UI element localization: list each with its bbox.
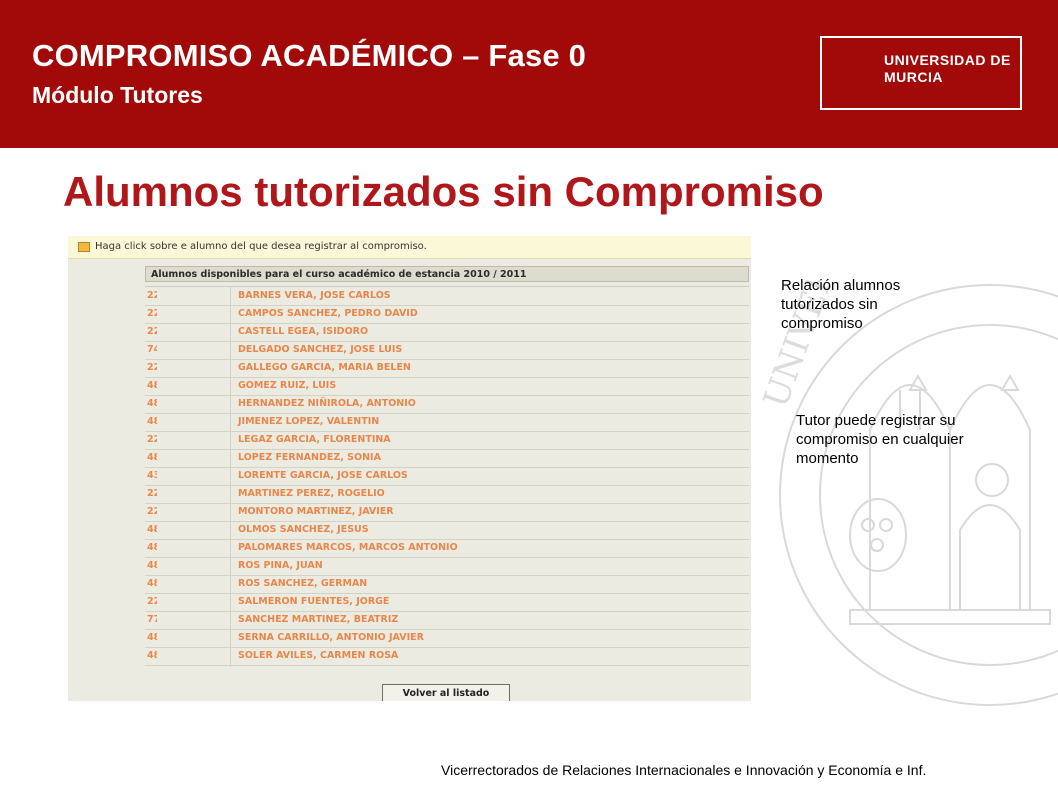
student-name-link[interactable]: LORENTE GARCIA, JOSE CARLOS	[238, 470, 408, 481]
university-seal-watermark: UNIVERSITAS STVDIORVM · ANNO · MCCLXX	[760, 280, 1058, 706]
student-row[interactable]: 77 SANCHEZ MARTINEZ, BEATRIZ	[145, 611, 749, 630]
student-id: 22	[147, 362, 157, 373]
student-name-link[interactable]: ROS PINA, JUAN	[238, 560, 323, 571]
student-row[interactable]: 22 BARNES VERA, JOSE CARLOS	[145, 287, 749, 306]
student-name-link[interactable]: PALOMARES MARCOS, MARCOS ANTONIO	[238, 542, 458, 553]
student-row[interactable]: 48 SERNA CARRILLO, ANTONIO JAVIER	[145, 629, 749, 648]
student-name-link[interactable]: GOMEZ RUIZ, LUIS	[238, 380, 336, 391]
student-row[interactable]: 22 SALMERON FUENTES, JORGE	[145, 593, 749, 612]
student-id: 48	[147, 452, 157, 463]
student-id: 74	[147, 344, 157, 355]
student-id: 22	[147, 308, 157, 319]
footer-text: Vicerrectorados de Relaciones Internacio…	[441, 762, 927, 778]
student-id: 48	[147, 542, 157, 553]
student-row[interactable]: 22 GALLEGO GARCIA, MARIA BELEN	[145, 359, 749, 378]
student-row[interactable]: 22 LEGAZ GARCIA, FLORENTINA	[145, 431, 749, 450]
student-id: 22	[147, 596, 157, 607]
student-id: 22	[147, 434, 157, 445]
student-id: 43	[147, 470, 157, 481]
student-row[interactable]: 48 GOMEZ RUIZ, LUIS	[145, 377, 749, 396]
student-name-link[interactable]: SOLER AVILES, CARMEN ROSA	[238, 650, 398, 661]
student-row[interactable]: 48 OLMOS SANCHEZ, JESUS	[145, 521, 749, 540]
header-banner: COMPROMISO ACADÉMICO – Fase 0 Módulo Tut…	[0, 0, 1058, 148]
logo-line-2: MURCIA	[884, 69, 943, 85]
slide-title: Alumnos tutorizados sin Compromiso	[63, 168, 824, 215]
student-id: 48	[147, 380, 157, 391]
student-id: 22	[147, 326, 157, 337]
student-row[interactable]: 43 LORENTE GARCIA, JOSE CARLOS	[145, 467, 749, 486]
student-row[interactable]: 22 MONTORO MARTINEZ, JAVIER	[145, 503, 749, 522]
student-name-link[interactable]: BARNES VERA, JOSE CARLOS	[238, 290, 391, 301]
folder-icon	[78, 242, 90, 252]
student-row[interactable]: 22 MARTINEZ PEREZ, ROGELIO	[145, 485, 749, 504]
back-to-list-button[interactable]: Volver al listado	[382, 684, 510, 701]
student-row[interactable]: 48 ROS PINA, JUAN	[145, 557, 749, 576]
student-id: 22	[147, 290, 157, 301]
student-name-link[interactable]: DELGADO SANCHEZ, JOSE LUIS	[238, 344, 402, 355]
student-id: 48	[147, 524, 157, 535]
student-id: 77	[147, 614, 157, 625]
student-id: 22	[147, 488, 157, 499]
student-id: 48	[147, 398, 157, 409]
student-name-link[interactable]: SANCHEZ MARTINEZ, BEATRIZ	[238, 614, 398, 625]
university-logo: UNIVERSIDAD DE MURCIA	[820, 36, 1022, 110]
student-name-link[interactable]: SERNA CARRILLO, ANTONIO JAVIER	[238, 632, 424, 643]
student-name-link[interactable]: MONTORO MARTINEZ, JAVIER	[238, 506, 394, 517]
note-relation: Relación alumnos tutorizados sin comprom…	[781, 277, 901, 332]
student-name-link[interactable]: MARTINEZ PEREZ, ROGELIO	[238, 488, 385, 499]
student-row[interactable]: 48 ROS SANCHEZ, GERMAN	[145, 575, 749, 594]
student-row[interactable]: 48 HERNANDEZ NIÑIROLA, ANTONIO	[145, 395, 749, 414]
student-list: 22 BARNES VERA, JOSE CARLOS 22 CAMPOS SANCH…	[145, 286, 749, 667]
student-row[interactable]: 48 LOPEZ FERNANDEZ, SONIA	[145, 449, 749, 468]
student-name-link[interactable]: CAMPOS SANCHEZ, PEDRO DAVID	[238, 308, 418, 319]
table-header: Alumnos disponibles para el curso académ…	[145, 266, 749, 282]
student-name-link[interactable]: CASTELL EGEA, ISIDORO	[238, 326, 368, 337]
student-row[interactable]: 74 DELGADO SANCHEZ, JOSE LUIS	[145, 341, 749, 360]
student-row[interactable]: 48 PALOMARES MARCOS, MARCOS ANTONIO	[145, 539, 749, 558]
info-bar: Haga click sobre e alumno del que desea …	[68, 236, 751, 259]
header-subtitle: Módulo Tutores	[32, 82, 203, 108]
student-row[interactable]: 22 CAMPOS SANCHEZ, PEDRO DAVID	[145, 305, 749, 324]
logo-line-1: UNIVERSIDAD DE	[884, 52, 1011, 68]
student-id: 48	[147, 632, 157, 643]
student-id: 48	[147, 416, 157, 427]
embedded-app-screenshot: Haga click sobre e alumno del que desea …	[68, 236, 751, 701]
student-name-link[interactable]: SALMERON FUENTES, JORGE	[238, 596, 389, 607]
student-row[interactable]: 48 SOLER AVILES, CARMEN ROSA	[145, 647, 749, 666]
student-name-link[interactable]: LOPEZ FERNANDEZ, SONIA	[238, 452, 381, 463]
student-id: 48	[147, 650, 157, 661]
header-title: COMPROMISO ACADÉMICO – Fase 0	[32, 38, 587, 73]
student-name-link[interactable]: ROS SANCHEZ, GERMAN	[238, 578, 367, 589]
info-text: Haga click sobre e alumno del que desea …	[95, 241, 427, 252]
student-name-link[interactable]: OLMOS SANCHEZ, JESUS	[238, 524, 369, 535]
student-name-link[interactable]: GALLEGO GARCIA, MARIA BELEN	[238, 362, 411, 373]
note-register: Tutor puede registrar su compromiso en c…	[796, 412, 964, 467]
student-id: 48	[147, 560, 157, 571]
student-row[interactable]: 22 CASTELL EGEA, ISIDORO	[145, 323, 749, 342]
table-header-text: Alumnos disponibles para el curso académ…	[151, 269, 527, 280]
student-name-link[interactable]: HERNANDEZ NIÑIROLA, ANTONIO	[238, 398, 416, 409]
student-name-link[interactable]: LEGAZ GARCIA, FLORENTINA	[238, 434, 391, 445]
student-id: 22	[147, 506, 157, 517]
student-name-link[interactable]: JIMENEZ LOPEZ, VALENTIN	[238, 416, 379, 427]
student-id: 48	[147, 578, 157, 589]
student-row[interactable]: 48 JIMENEZ LOPEZ, VALENTIN	[145, 413, 749, 432]
